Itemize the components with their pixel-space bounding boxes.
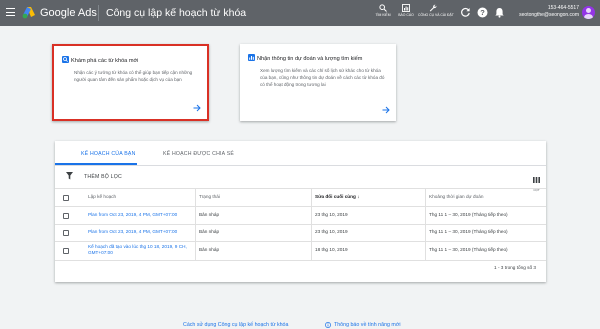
account-id: 153-464-5517 bbox=[547, 5, 579, 11]
notification-bell-icon[interactable] bbox=[494, 7, 505, 18]
plans-panel: KẾ HOẠCH CỦA BẠN KẾ HOẠCH ĐƯỢC CHIA SẺ T… bbox=[55, 141, 546, 282]
add-filter-button[interactable]: THÊM BỘ LỌC bbox=[84, 174, 122, 180]
column-divider bbox=[195, 188, 196, 261]
account-email: seotongthe@seongon.com bbox=[519, 12, 579, 18]
plan-last-modified: 23 thg 10, 2019 bbox=[315, 212, 348, 217]
forecast-card-description: Xem lượng tìm kiếm và các chỉ số lịch sử… bbox=[260, 68, 385, 87]
discover-card-header: Khám phá các từ khóa mới bbox=[62, 56, 138, 64]
page-title: Công cụ lập kế hoạch từ khóa bbox=[106, 7, 247, 19]
columns-icon bbox=[533, 177, 540, 183]
forecast-card[interactable]: Nhận thông tin dự đoán và lượng tìm kiếm… bbox=[240, 44, 396, 121]
plan-last-modified: 18 thg 10, 2019 bbox=[315, 247, 348, 252]
row-checkbox[interactable] bbox=[63, 248, 69, 254]
discover-keywords-card[interactable]: Khám phá các từ khóa mới Nhận các ý tưởn… bbox=[52, 44, 209, 121]
plan-name-link[interactable]: Plan from Oct 23, 2019, 4 PM, GMT+07:00 bbox=[88, 229, 193, 235]
reports-tool-label: BÁO CÁO bbox=[398, 13, 414, 17]
svg-text:?: ? bbox=[480, 8, 485, 17]
table-row: Plan from Oct 23, 2019, 4 PM, GMT+07:00 … bbox=[55, 206, 546, 224]
reports-tool-button[interactable]: BÁO CÁO bbox=[391, 4, 421, 17]
tools-settings-button[interactable]: CÔNG CỤ VÀ CÀI ĐẶT bbox=[418, 4, 454, 17]
arrow-right-icon[interactable] bbox=[382, 106, 390, 114]
select-all-checkbox[interactable] bbox=[63, 195, 69, 201]
row-checkbox[interactable] bbox=[63, 213, 69, 219]
help-icon[interactable]: ? bbox=[477, 7, 488, 18]
top-bar: Google Ads Công cụ lập kế hoạch từ khóa … bbox=[0, 0, 600, 26]
brand-name: Google Ads bbox=[40, 7, 97, 19]
pagination-info: 1 - 3 trong tổng số 3 bbox=[494, 265, 536, 270]
tools-settings-label: CÔNG CỤ VÀ CÀI ĐẶT bbox=[418, 13, 454, 17]
plan-last-modified: 23 thg 10, 2019 bbox=[315, 229, 348, 234]
plan-forecast-period: Thg 11 1 – 30, 2019 (Tháng tiếp theo) bbox=[429, 229, 508, 234]
forecast-card-header: Nhận thông tin dự đoán và lượng tìm kiếm bbox=[248, 54, 362, 62]
plan-status: Bản nháp bbox=[199, 212, 220, 217]
sort-down-icon: ↓ bbox=[357, 194, 360, 199]
header-divider bbox=[98, 5, 99, 21]
menu-icon[interactable] bbox=[6, 8, 15, 17]
avatar[interactable] bbox=[582, 6, 595, 19]
discover-card-title: Khám phá các từ khóa mới bbox=[71, 58, 139, 64]
header-last-modified-label: Sửa đổi cuối cùng bbox=[315, 194, 356, 199]
forecast-card-title: Nhận thông tin dự đoán và lượng tìm kiếm bbox=[257, 56, 363, 62]
info-icon bbox=[325, 322, 331, 328]
plan-name-link[interactable]: Plan from Oct 23, 2019, 4 PM, GMT+07:00 bbox=[88, 212, 193, 218]
table-header-row: Lập kế hoạch Trạng thái Sửa đổi cuối cùn… bbox=[55, 188, 546, 206]
tab-your-plans[interactable]: KẾ HOẠCH CỦA BẠN bbox=[81, 151, 136, 157]
tab-shared-plans[interactable]: KẾ HOẠCH ĐƯỢC CHIA SẺ bbox=[163, 151, 234, 157]
search-icon bbox=[379, 4, 387, 12]
account-info[interactable]: 153-464-5517 seotongthe@seongon.com bbox=[513, 5, 579, 19]
plan-status: Bản nháp bbox=[199, 229, 220, 234]
plan-forecast-period: Thg 11 1 – 30, 2019 (Tháng tiếp theo) bbox=[429, 247, 508, 252]
header-forecast-period[interactable]: Khoảng thời gian dự đoán bbox=[429, 194, 483, 200]
row-checkbox[interactable] bbox=[63, 230, 69, 236]
column-divider bbox=[425, 188, 426, 261]
plan-name-link[interactable]: Kế hoạch đã tạo vào lúc thg 10 18, 2019,… bbox=[88, 244, 196, 256]
plan-forecast-period: Thg 11 1 – 30, 2019 (Tháng tiếp theo) bbox=[429, 212, 508, 217]
wrench-icon bbox=[429, 4, 437, 12]
google-ads-logo[interactable] bbox=[22, 6, 36, 19]
search-icon bbox=[62, 56, 69, 63]
header-plan[interactable]: Lập kế hoạch bbox=[88, 194, 116, 200]
arrow-right-icon[interactable] bbox=[193, 104, 201, 112]
table-row: Kế hoạch đã tạo vào lúc thg 10 18, 2019,… bbox=[55, 241, 546, 261]
new-features-link[interactable]: Thông báo về tính năng mới bbox=[334, 322, 401, 328]
discover-card-description: Nhận các ý tưởng từ khóa có thể giúp bạn… bbox=[74, 70, 193, 82]
forecast-icon bbox=[248, 54, 255, 61]
tab-divider bbox=[55, 165, 546, 166]
column-divider bbox=[311, 188, 312, 261]
refresh-icon[interactable] bbox=[460, 7, 471, 18]
reports-icon bbox=[402, 4, 410, 12]
header-status[interactable]: Trạng thái bbox=[199, 194, 220, 200]
help-link[interactable]: Cách sử dụng Công cụ lập kế hoạch từ khó… bbox=[183, 322, 288, 328]
filter-icon[interactable] bbox=[66, 172, 73, 180]
header-last-modified[interactable]: Sửa đổi cuối cùng ↓ bbox=[315, 194, 360, 200]
plan-status: Bản nháp bbox=[199, 247, 220, 252]
table-row: Plan from Oct 23, 2019, 4 PM, GMT+07:00 … bbox=[55, 224, 546, 241]
